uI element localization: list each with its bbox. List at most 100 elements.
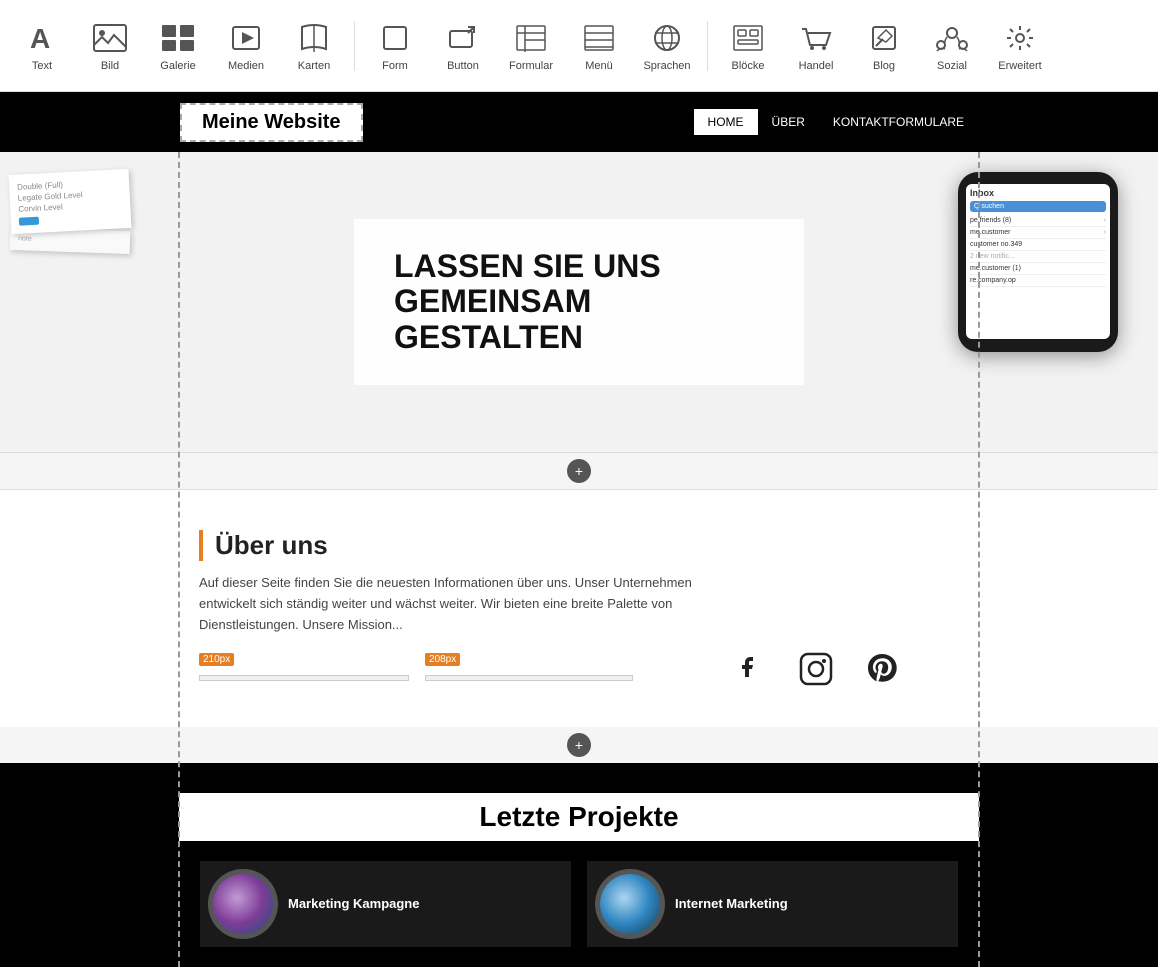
- project-info-1: Marketing Kampagne: [288, 895, 419, 913]
- bild-icon: [92, 20, 128, 56]
- sticky-notes: Double (Full) Legate Gold Level Corvin L…: [10, 172, 130, 260]
- toolbar-label-karten: Karten: [298, 60, 330, 72]
- add-section-button-1[interactable]: +: [567, 459, 591, 483]
- toolbar-item-text[interactable]: A Text: [10, 14, 74, 78]
- toolbar-label-formular: Formular: [509, 60, 553, 72]
- projects-grid: Marketing Kampagne Internet Marketing: [0, 861, 1158, 947]
- phone-search: Q suchen: [970, 201, 1106, 212]
- canvas-content: Double (Full) Legate Gold Level Corvin L…: [0, 152, 1158, 967]
- toolbar-separator-1: [354, 21, 355, 71]
- nav-item-kontakt[interactable]: KONTAKTFORMULARE: [819, 109, 978, 135]
- hero-section: Double (Full) Legate Gold Level Corvin L…: [0, 152, 1158, 452]
- placeholder-208-label: 208px: [425, 653, 460, 666]
- button-icon: [445, 20, 481, 56]
- toolbar-item-galerie[interactable]: Galerie: [146, 14, 210, 78]
- toolbar-item-handel[interactable]: Handel: [784, 14, 848, 78]
- section-divider-2: +: [0, 727, 1158, 763]
- toolbar-item-erweitert[interactable]: Erweitert: [988, 14, 1052, 78]
- toolbar-label-button: Button: [447, 60, 479, 72]
- hero-text-box: LASSEN SIE UNS GEMEINSAM GESTALTEN: [354, 219, 804, 385]
- project-thumb-2: [595, 869, 665, 939]
- toolbar-item-karten[interactable]: Karten: [282, 14, 346, 78]
- toolbar-item-formular[interactable]: Formular: [499, 14, 563, 78]
- toolbar-label-sprachen: Sprachen: [643, 60, 690, 72]
- add-section-button-2[interactable]: +: [567, 733, 591, 757]
- nav-item-home[interactable]: HOME: [694, 109, 758, 135]
- toolbar-item-menue[interactable]: Menü: [567, 14, 631, 78]
- erweitert-icon: [1002, 20, 1038, 56]
- toolbar-item-bloecke[interactable]: Blöcke: [716, 14, 780, 78]
- phone-mockup: Inbox Q suchen pe.friends (8)› me.custom…: [958, 172, 1118, 352]
- phone-inbox-label: Inbox: [970, 188, 1106, 198]
- pinterest-icon[interactable]: [864, 651, 900, 687]
- phone-row-4: 2 new notific...: [970, 251, 1106, 263]
- toolbar-item-medien[interactable]: Medien: [214, 14, 278, 78]
- about-heading: Über uns: [199, 530, 979, 561]
- nav-item-ueber[interactable]: ÜBER: [758, 109, 819, 135]
- projects-section: Letzte Projekte Marketing Kampagne: [0, 763, 1158, 967]
- svg-text:A: A: [30, 23, 50, 54]
- toolbar-label-sozial: Sozial: [937, 60, 967, 72]
- project-name-2: Internet Marketing: [675, 896, 788, 911]
- guide-line-left: [178, 152, 180, 967]
- toolbar-item-blog[interactable]: Blog: [852, 14, 916, 78]
- phone-row-3: customer no.349: [970, 239, 1106, 251]
- bloecke-icon: [730, 20, 766, 56]
- hero-bg-left: Double (Full) Legate Gold Level Corvin L…: [0, 152, 200, 452]
- medien-icon: [228, 20, 264, 56]
- phone-row-1: pe.friends (8)›: [970, 215, 1106, 227]
- site-logo-text: Meine Website: [202, 111, 341, 133]
- toolbar-item-bild[interactable]: Bild: [78, 14, 142, 78]
- sprachen-icon: [649, 20, 685, 56]
- projects-title: Letzte Projekte: [179, 793, 979, 841]
- about-inner: Über uns Auf dieser Seite finden Sie die…: [179, 530, 979, 687]
- add-section-divider-1: +: [0, 452, 1158, 490]
- social-icons: [653, 651, 979, 687]
- toolbar-label-menue: Menü: [585, 60, 613, 72]
- toolbar-label-bild: Bild: [101, 60, 119, 72]
- toolbar-label-galerie: Galerie: [160, 60, 195, 72]
- sozial-icon: [934, 20, 970, 56]
- galerie-icon: [160, 20, 196, 56]
- menue-icon: [581, 20, 617, 56]
- toolbar-label-bloecke: Blöcke: [731, 60, 764, 72]
- canvas-area: Meine Website HOME ÜBER KONTAKTFORMULARE…: [0, 92, 1158, 967]
- project-thumb-1: [208, 869, 278, 939]
- placeholder-210-label: 210px: [199, 653, 234, 666]
- hero-bg-right: Inbox Q suchen pe.friends (8)› me.custom…: [958, 172, 1158, 352]
- sticky-note-1: Double (Full) Legate Gold Level Corvin L…: [9, 169, 132, 234]
- guide-line-right: [978, 152, 980, 967]
- blog-icon: [866, 20, 902, 56]
- project-info-2: Internet Marketing: [675, 895, 788, 913]
- instagram-icon[interactable]: [798, 651, 834, 687]
- site-header: Meine Website HOME ÜBER KONTAKTFORMULARE: [0, 92, 1158, 152]
- text-icon: A: [24, 20, 60, 56]
- about-text: Auf dieser Seite finden Sie die neuesten…: [199, 573, 699, 635]
- karten-icon: [296, 20, 332, 56]
- handel-icon: [798, 20, 834, 56]
- toolbar-label-form: Form: [382, 60, 408, 72]
- phone-screen: Inbox Q suchen pe.friends (8)› me.custom…: [966, 184, 1110, 339]
- toolbar: A Text Bild Galerie: [0, 0, 1158, 92]
- toolbar-item-button[interactable]: Button: [431, 14, 495, 78]
- site-logo-box[interactable]: Meine Website: [180, 103, 363, 142]
- toolbar-item-form[interactable]: Form: [363, 14, 427, 78]
- hero-title: LASSEN SIE UNS GEMEINSAM GESTALTEN: [394, 249, 764, 355]
- facebook-icon[interactable]: [732, 651, 768, 687]
- toolbar-item-sozial[interactable]: Sozial: [920, 14, 984, 78]
- toolbar-label-medien: Medien: [228, 60, 264, 72]
- placeholder-210: [199, 675, 409, 681]
- toolbar-label-text: Text: [32, 60, 52, 72]
- site-nav: HOME ÜBER KONTAKTFORMULARE: [694, 109, 978, 135]
- about-section: Über uns Auf dieser Seite finden Sie die…: [0, 490, 1158, 727]
- toolbar-item-sprachen[interactable]: Sprachen: [635, 14, 699, 78]
- project-card-1: Marketing Kampagne: [200, 861, 571, 947]
- phone-row-6: re.company.op: [970, 275, 1106, 287]
- phone-row-5: me.customer (1): [970, 263, 1106, 275]
- formular-icon: [513, 20, 549, 56]
- toolbar-label-blog: Blog: [873, 60, 895, 72]
- form-icon: [377, 20, 413, 56]
- about-bottom: 210px 208px: [199, 651, 979, 687]
- project-name-1: Marketing Kampagne: [288, 896, 419, 911]
- phone-row-2: me.customer›: [970, 227, 1106, 239]
